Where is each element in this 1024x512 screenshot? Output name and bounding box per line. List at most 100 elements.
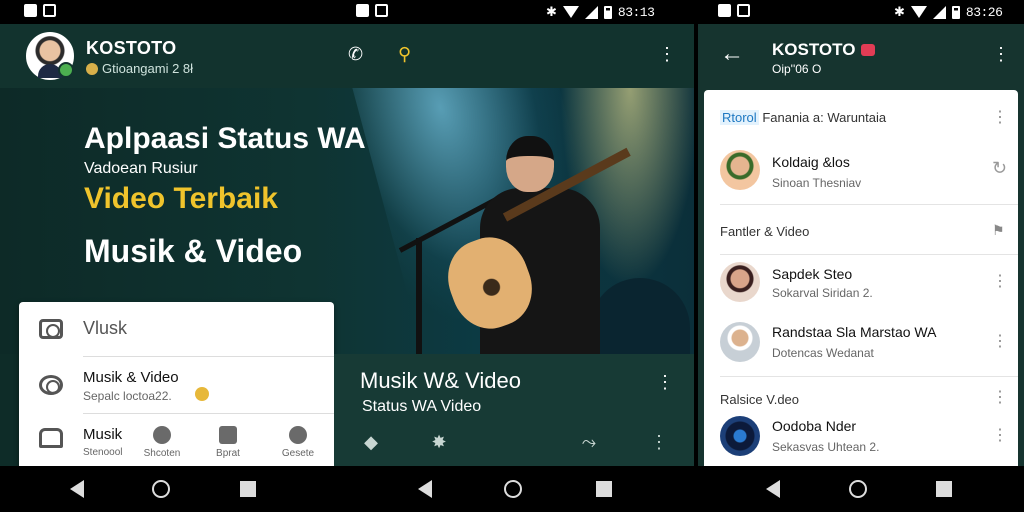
avatar bbox=[720, 322, 760, 362]
tag-icon[interactable]: ◆ bbox=[360, 432, 382, 454]
app-subtitle-text: Gtioangami 2 8ł bbox=[102, 61, 194, 76]
list-item[interactable]: Musik Stenoool Shcoten Bprat Gesete bbox=[19, 414, 334, 466]
list-item[interactable]: Oodoba Nder Sekasvas Uhtean 2. ⋮ bbox=[704, 410, 1018, 466]
wifi-icon bbox=[910, 6, 927, 18]
contact-name: Randstaa Sla Marstao WA bbox=[772, 324, 937, 340]
item-subtitle: Sepalc loctoa22. bbox=[83, 389, 172, 403]
mic-stand bbox=[416, 238, 422, 354]
card-header[interactable]: Vlusk bbox=[19, 302, 334, 356]
nav-home-icon[interactable] bbox=[504, 480, 522, 498]
bluetooth-icon: ✱ bbox=[546, 4, 557, 19]
app-bar: KOSTOTO Gtioangami 2 8ł ✆ ⚲ ⋮ bbox=[0, 24, 694, 88]
nav-back-icon[interactable] bbox=[418, 480, 432, 498]
list-item[interactable]: Musik & Video Sepalc loctoa22. bbox=[19, 357, 334, 413]
app-subtitle: Gtioangami 2 8ł bbox=[86, 61, 193, 76]
chat-title-text: KOSTOTO bbox=[772, 40, 856, 59]
divider bbox=[720, 204, 1018, 205]
avatar bbox=[720, 262, 760, 302]
search-icon[interactable]: ⚲ bbox=[398, 44, 411, 64]
system-icons-2: ✱ 83:26 bbox=[894, 4, 1003, 20]
chat-subtitle: Oip''06 O bbox=[772, 62, 822, 76]
flag-icon[interactable]: ⚑ bbox=[992, 223, 1005, 237]
nav-home-icon[interactable] bbox=[152, 480, 170, 498]
online-status-icon bbox=[58, 62, 74, 78]
section-header[interactable]: Rtorol Fanania a: Waruntaia ⋮ bbox=[704, 90, 1018, 138]
share-icon[interactable]: ⤳ bbox=[578, 432, 600, 454]
star-icon[interactable]: ✸ bbox=[428, 432, 450, 454]
nav-recents-icon[interactable] bbox=[936, 481, 952, 497]
battery-icon bbox=[951, 5, 960, 19]
hero-tagline: Musik & Video bbox=[84, 233, 303, 269]
app-bar: ← KOSTOTO Oip''06 O ⋮ bbox=[698, 24, 1024, 88]
nav-recents-icon[interactable] bbox=[596, 481, 612, 497]
section-label-text: Fanania a: Waruntaia bbox=[762, 110, 887, 125]
contact-status: Sekasvas Uhtean 2. bbox=[772, 440, 880, 454]
music-card: Vlusk Musik & Video Sepalc loctoa22. Mus… bbox=[19, 302, 334, 466]
item-name: Musik bbox=[83, 426, 123, 443]
divider bbox=[720, 376, 1018, 377]
battery-icon bbox=[603, 5, 612, 19]
chat-title: KOSTOTO bbox=[772, 40, 876, 60]
more-options-icon[interactable]: ⋮ bbox=[992, 110, 1008, 126]
section-header[interactable]: Fantler & Video ⚑ bbox=[704, 206, 1018, 254]
item-name: Musik & Video bbox=[83, 369, 179, 386]
video-footer[interactable]: Musik W& Video Status WA Video ⋮ ◆ ✸ ⤳ ⋮ bbox=[334, 354, 694, 466]
gmail-icon bbox=[861, 44, 876, 56]
refresh-icon[interactable]: ↻ bbox=[992, 159, 1007, 177]
section-label: Ralsice V.deo bbox=[720, 392, 800, 407]
chat-list: Rtorol Fanania a: Waruntaia ⋮ Koldaig &l… bbox=[704, 90, 1018, 466]
info-icon[interactable] bbox=[289, 426, 307, 444]
nav-back-icon[interactable] bbox=[70, 480, 84, 498]
clock: 83:26 bbox=[965, 4, 1003, 20]
image-icon bbox=[43, 4, 56, 17]
video-subtitle: Status WA Video bbox=[362, 398, 482, 415]
system-icons: ✱ 83:13 bbox=[546, 4, 655, 20]
chat-screen: ← KOSTOTO Oip''06 O ⋮ Rtorol Fanania a: … bbox=[698, 24, 1024, 466]
card-title: Vlusk bbox=[83, 318, 128, 338]
more-options-icon[interactable]: ⋮ bbox=[992, 428, 1008, 444]
list-item[interactable]: Randstaa Sla Marstao WA Dotencas Wedanat… bbox=[704, 314, 1018, 374]
hero-subtitle: Vadoean Rusiur bbox=[84, 160, 198, 177]
share-icon[interactable] bbox=[153, 426, 171, 444]
action-label: Bprat bbox=[216, 448, 240, 459]
nav-recents-icon[interactable] bbox=[240, 481, 256, 497]
clock: 83:13 bbox=[617, 4, 655, 20]
status-bar: ✱ 83:13 ✱ 83:26 bbox=[0, 0, 1024, 24]
status-icon bbox=[86, 62, 98, 75]
item-subtitle: Stenoool bbox=[83, 447, 123, 458]
home-icon bbox=[39, 428, 63, 448]
more-options-icon[interactable]: ⋮ bbox=[658, 44, 676, 64]
notification-icon bbox=[718, 4, 731, 17]
action-label: Gesete bbox=[281, 448, 315, 459]
notification-icons bbox=[24, 4, 56, 17]
section-tag: Rtorol bbox=[720, 110, 759, 125]
camera-icon bbox=[39, 375, 63, 395]
signal-icon bbox=[584, 5, 598, 19]
image-icon bbox=[375, 4, 388, 17]
artist-head bbox=[506, 136, 554, 192]
notification-icons-2 bbox=[356, 4, 388, 17]
signal-icon bbox=[932, 5, 946, 19]
emoji-icon bbox=[195, 387, 209, 401]
wifi-icon bbox=[562, 6, 579, 18]
hero-title: Aplpaasi Status WA bbox=[84, 122, 366, 155]
nav-back-icon[interactable] bbox=[766, 480, 780, 498]
action-label: Shcoten bbox=[143, 448, 181, 459]
avatar bbox=[720, 416, 760, 456]
back-arrow-icon[interactable]: ← bbox=[720, 40, 744, 68]
more-options-icon[interactable]: ⋮ bbox=[992, 274, 1008, 290]
tag-icon[interactable] bbox=[219, 426, 237, 444]
more-options-icon[interactable]: ⋮ bbox=[656, 372, 674, 392]
section-label: Rtorol Fanania a: Waruntaia bbox=[720, 110, 886, 125]
more-options-icon[interactable]: ⋮ bbox=[992, 44, 1010, 64]
contact-status: Dotencas Wedanat bbox=[772, 346, 874, 360]
video-title: Musik W& Video bbox=[360, 368, 521, 393]
more-options-icon[interactable]: ⋮ bbox=[992, 334, 1008, 350]
main-screen: KOSTOTO Gtioangami 2 8ł ✆ ⚲ ⋮ Aplpaasi S… bbox=[0, 24, 694, 466]
nav-home-icon[interactable] bbox=[849, 480, 867, 498]
phone-icon[interactable]: ✆ bbox=[348, 44, 363, 64]
more-options-icon[interactable]: ⋮ bbox=[648, 432, 670, 454]
list-item[interactable]: Koldaig &los Sinoan Thesniav ↻ bbox=[704, 142, 1018, 202]
list-item[interactable]: Sapdek Steo Sokarval Siridan 2. ⋮ bbox=[704, 254, 1018, 314]
more-options-icon[interactable]: ⋮ bbox=[992, 390, 1008, 406]
